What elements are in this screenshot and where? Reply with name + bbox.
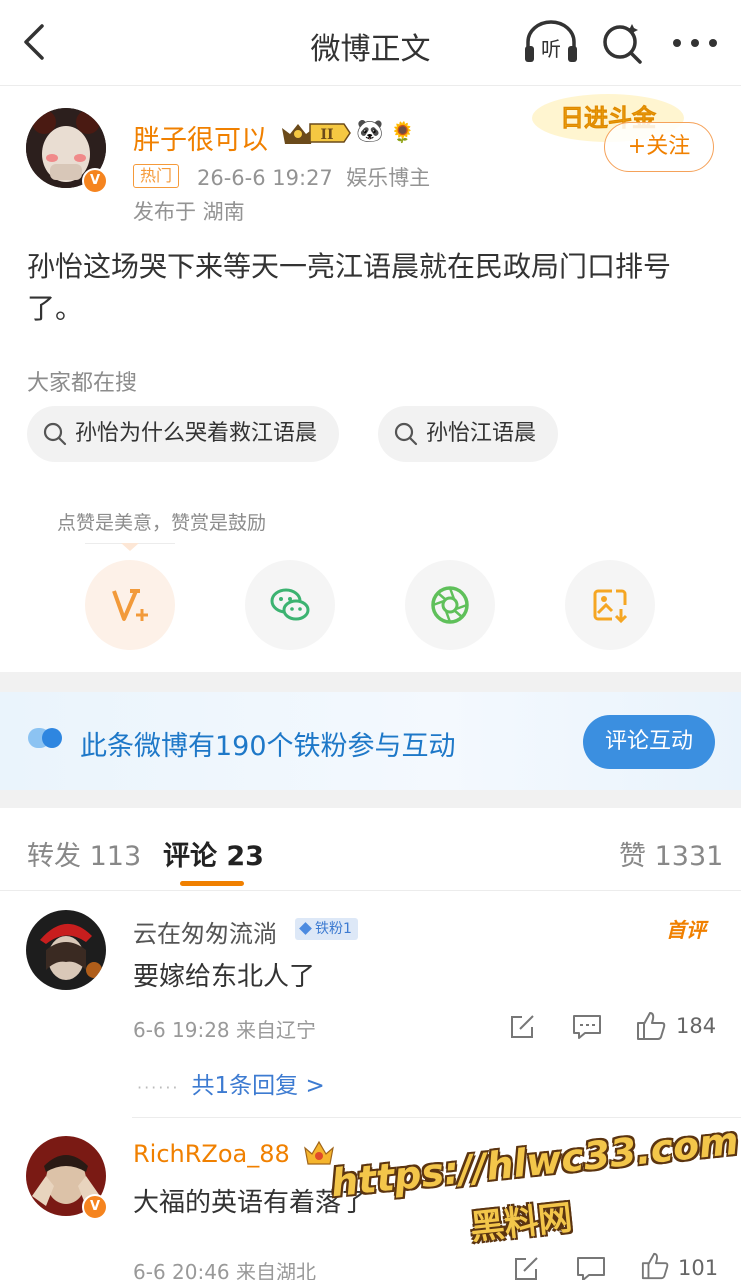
top-navigation-bar: 微博正文 听 (0, 0, 741, 86)
share-moments-button[interactable] (405, 560, 495, 650)
comment-time: 6-6 19:28 来自辽宁 (133, 1018, 317, 1042)
vip-crown-icon: II (282, 123, 351, 144)
like-count: 184 (676, 1014, 717, 1038)
tab-repost[interactable]: 转发 113 (27, 834, 141, 873)
post-time: 26-6-6 19:27 (197, 166, 333, 190)
fan-toggle-icon (28, 728, 62, 748)
trending-search-label: 大家都在搜 (27, 371, 138, 396)
commenter-name[interactable]: RichRZoa_88 (133, 1140, 290, 1168)
more-options-icon[interactable] (672, 38, 718, 48)
like-thumb-icon[interactable] (636, 1011, 666, 1041)
iron-fan-badge: 铁粉1 (295, 918, 358, 940)
first-comment-badge: 首评 (666, 918, 706, 942)
comment-icon[interactable] (576, 1256, 606, 1280)
save-image-button[interactable] (565, 560, 655, 650)
commenter-avatar[interactable] (26, 910, 106, 990)
author-tag: 娱乐博主 (346, 166, 431, 190)
moments-shutter-icon (431, 586, 469, 624)
verified-badge-icon: V (82, 168, 108, 194)
comment-interact-button[interactable]: 评论互动 (583, 715, 715, 769)
search-icon (43, 422, 67, 446)
tip-arrow (121, 543, 139, 551)
fan-banner-text: 此条微博有190个铁粉参与互动 (80, 731, 456, 762)
section-divider (0, 672, 741, 692)
share-wechat-button[interactable] (245, 560, 335, 650)
post-time-and-tag: 26-6-6 19:27 娱乐博主 (197, 162, 430, 192)
hot-badge: 热门 (133, 164, 180, 188)
view-replies-link[interactable]: ······ 共1条回复 > (137, 1066, 325, 1100)
like-count: 101 (678, 1256, 719, 1280)
comment-text: 要嫁给东北人了 (133, 962, 316, 992)
comment-time: 6-6 20:46 来自湖北 (133, 1260, 317, 1280)
post-location: 发布于 湖南 (133, 200, 245, 224)
sunflower-icon: 🌻 (390, 120, 415, 144)
follow-button[interactable]: +关注 (604, 122, 714, 172)
commenter-name[interactable]: 云在匆匆流淌 (133, 914, 277, 949)
tab-like[interactable]: 赞 1331 (619, 834, 723, 873)
comment-icon[interactable] (572, 1014, 602, 1040)
divider (132, 1117, 741, 1118)
like-thumb-icon[interactable] (640, 1252, 670, 1280)
listen-headphones-icon[interactable]: 听 (522, 20, 580, 64)
watermark-site-name: 黑料网 (468, 1197, 575, 1249)
search-chip[interactable]: 孙怡江语晨 (378, 406, 559, 462)
verified-badge-icon: V (82, 1194, 108, 1220)
wechat-icon (270, 588, 310, 621)
section-divider (0, 790, 741, 808)
search-chip-label: 孙怡江语晨 (426, 421, 537, 446)
author-name[interactable]: 胖子很可以 (133, 118, 268, 157)
search-icon[interactable] (600, 20, 646, 66)
divider (0, 890, 741, 891)
commenter-avatar-image (26, 910, 106, 990)
watermark-url: https://hlwc33.com (328, 1118, 741, 1206)
panda-icon: 🐼 (356, 119, 384, 144)
active-tab-indicator (180, 881, 244, 886)
post-text: 孙怡这场哭下来等天一亮江语晨就在民政局门口排号了。 (27, 250, 672, 325)
image-download-icon (593, 589, 628, 624)
svg-text:听: 听 (541, 37, 561, 61)
reward-button[interactable] (85, 560, 175, 650)
reward-v-icon (112, 589, 148, 621)
repost-icon[interactable] (508, 1014, 536, 1040)
replies-label: 共1条回复 > (191, 1073, 325, 1099)
search-icon (394, 422, 418, 446)
search-chip-label: 孙怡为什么哭着救江语晨 (75, 421, 318, 446)
svg-text:II: II (320, 127, 333, 143)
reward-tip: 点赞是美意，赞赏是鼓励 (57, 512, 267, 534)
search-chip[interactable]: 孙怡为什么哭着救江语晨 (27, 406, 340, 462)
tab-comment[interactable]: 评论 23 (163, 834, 264, 873)
repost-icon[interactable] (512, 1256, 540, 1280)
